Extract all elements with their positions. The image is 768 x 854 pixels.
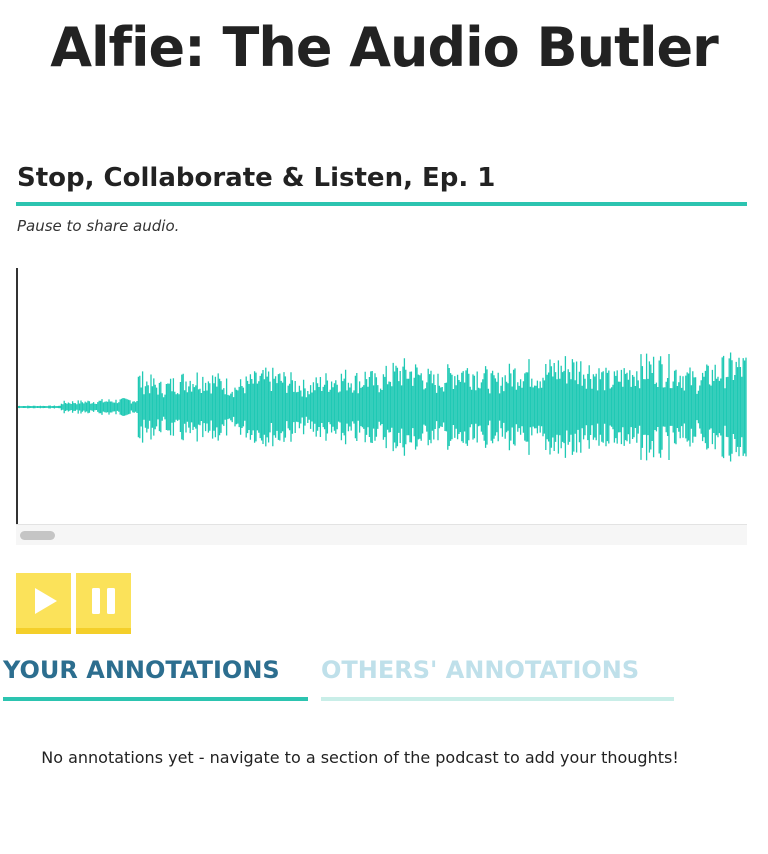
- waveform-scrollbar[interactable]: [16, 524, 747, 545]
- pause-hint: Pause to share audio.: [17, 217, 180, 235]
- episode-title: Stop, Collaborate & Listen, Ep. 1: [17, 163, 496, 193]
- play-button[interactable]: [16, 573, 71, 634]
- waveform-signal: [18, 352, 747, 462]
- tab-others-annotations[interactable]: OTHERS' ANNOTATIONS: [321, 650, 639, 690]
- waveform[interactable]: [18, 268, 747, 524]
- annotations-empty-message: No annotations yet - navigate to a secti…: [41, 748, 679, 767]
- waveform-player[interactable]: [16, 268, 747, 545]
- pause-button[interactable]: [76, 573, 131, 634]
- pause-icon: [92, 588, 115, 614]
- tab-others-annotations-underline: [321, 697, 674, 701]
- episode-title-underline: [16, 202, 747, 206]
- app-title: Alfie: The Audio Butler: [50, 16, 719, 79]
- tab-your-annotations-underline: [3, 697, 308, 701]
- play-icon: [35, 588, 57, 614]
- waveform-scrollbar-thumb[interactable]: [20, 531, 55, 540]
- tab-your-annotations[interactable]: YOUR ANNOTATIONS: [3, 650, 280, 690]
